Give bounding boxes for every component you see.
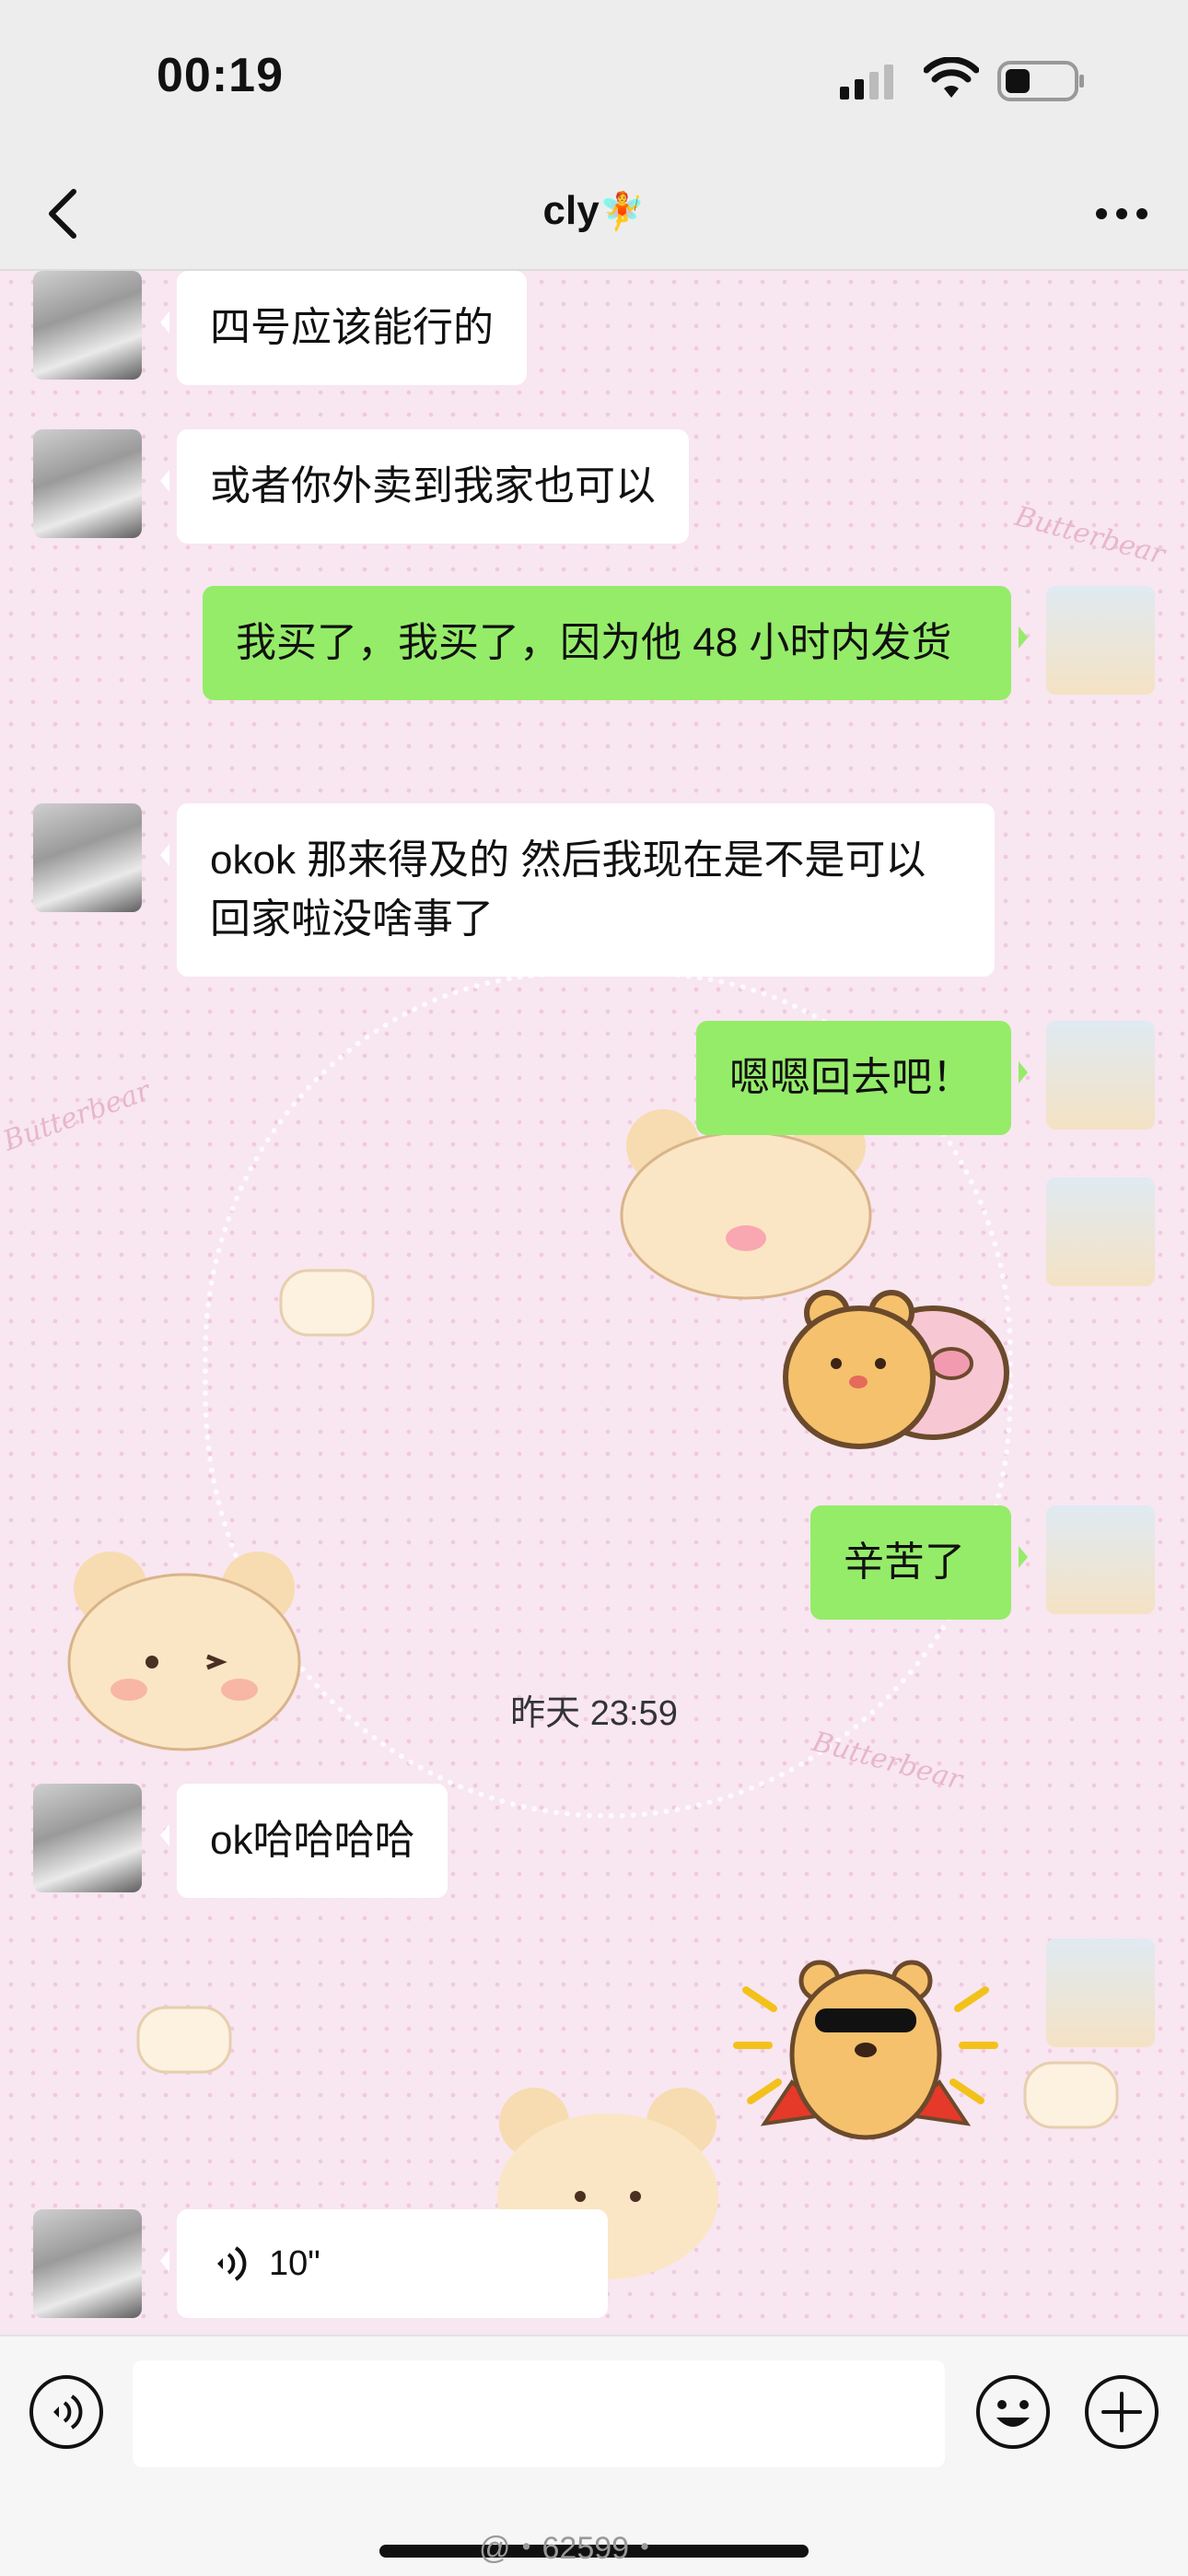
contact-avatar[interactable]: [33, 429, 142, 538]
voice-wave-icon[interactable]: [28, 2373, 105, 2451]
status-bar: 00:19: [0, 0, 1188, 157]
status-time: 00:19: [157, 49, 284, 102]
my-avatar[interactable]: [1046, 1021, 1155, 1130]
battery-icon: [997, 61, 1084, 101]
voice-duration: 10": [269, 2244, 320, 2283]
message-bubble-received[interactable]: ok哈哈哈哈: [159, 1784, 448, 1898]
message-bubble-sent[interactable]: 我买了，我买了，因为他 48 小时内发货: [203, 586, 1028, 700]
message-input[interactable]: [133, 2360, 945, 2467]
plus-circle-icon[interactable]: [1083, 2373, 1160, 2451]
chat-title: cly🧚: [0, 188, 1188, 234]
smiley-icon[interactable]: [974, 2373, 1052, 2451]
cellular-signal-icon: [840, 64, 893, 100]
voice-wave-icon: [217, 2246, 247, 2281]
toast-decoration: [1023, 2061, 1119, 2129]
bear-hugging-pig-sticker[interactable]: [772, 1262, 1011, 1474]
wifi-icon: [924, 57, 979, 98]
message-bubble-received[interactable]: 四号应该能行的: [160, 271, 527, 385]
butterbear-watermark-text: Butterbear: [0, 1074, 155, 1158]
contact-avatar[interactable]: [33, 1784, 142, 1892]
weibo-watermark: @・62599・: [479, 2531, 661, 2566]
contact-avatar[interactable]: [33, 803, 142, 912]
message-bubble-received[interactable]: 或者你外卖到我家也可以: [160, 429, 689, 544]
butterbear-watermark-text: Butterbear: [1011, 500, 1169, 571]
message-bubble-received[interactable]: okok 那来得及的 然后我现在是不是可以回家啦没啥事了: [160, 803, 995, 977]
toast-decoration: [136, 2006, 232, 2074]
ellipsis-icon[interactable]: [1092, 190, 1151, 238]
bear-sunglasses-cape-sticker[interactable]: [728, 1953, 1004, 2156]
chat-title-text: cly: [542, 188, 600, 233]
chat-header: cly🧚: [0, 157, 1188, 271]
contact-avatar[interactable]: [33, 2209, 142, 2318]
my-avatar[interactable]: [1046, 586, 1155, 695]
butterbear-watermark-text: Butterbear: [809, 1726, 966, 1797]
message-timestamp: 昨天 23:59: [510, 1694, 678, 1733]
contact-avatar[interactable]: [33, 271, 142, 380]
voice-message-bubble[interactable]: 10": [160, 2209, 608, 2318]
my-avatar[interactable]: [1046, 1505, 1155, 1614]
message-bubble-sent[interactable]: 嗯嗯回去吧！: [696, 1021, 1028, 1135]
message-bubble-sent[interactable]: 辛苦了: [810, 1505, 1028, 1620]
fairy-emoji: 🧚: [599, 192, 646, 232]
chat-messages-area[interactable]: Butterbear Butterbear Butterbear 四号应该能行的…: [0, 271, 1188, 2335]
my-avatar[interactable]: [1046, 1938, 1155, 2047]
my-avatar[interactable]: [1046, 1177, 1155, 1286]
toast-decoration: [279, 1269, 375, 1337]
